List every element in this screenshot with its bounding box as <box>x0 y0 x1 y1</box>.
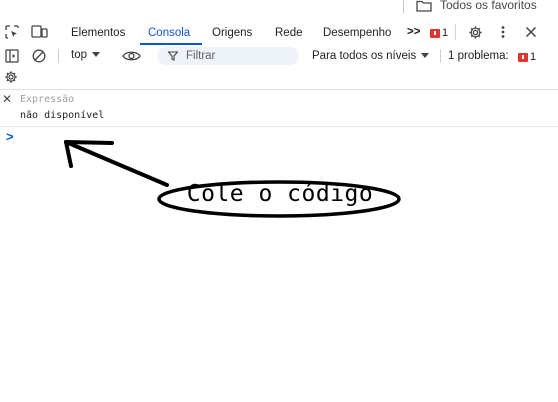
device-toolbar-icon[interactable] <box>31 25 48 39</box>
context-value: top <box>71 49 87 61</box>
settings-gear-icon[interactable] <box>468 25 483 40</box>
issues-count: 1 <box>442 27 449 39</box>
devtools-tabbar: Elementos Consola Origens Rede Desempenh… <box>0 17 558 46</box>
inspect-element-icon[interactable] <box>5 25 19 39</box>
tab-desempenho[interactable]: Desempenho <box>323 27 391 39</box>
live-expression-input[interactable]: Expressão <box>20 94 74 105</box>
issues-badge[interactable]: 1 <box>430 27 448 39</box>
tab-origens[interactable]: Origens <box>212 27 252 39</box>
tabbar-separator <box>455 24 456 40</box>
annotation-text: Cole o código <box>186 181 374 207</box>
tab-rede[interactable]: Rede <box>275 27 303 39</box>
more-options-icon[interactable] <box>500 25 506 39</box>
console-settings-gear-icon[interactable] <box>4 70 18 84</box>
log-levels-label: Para todos os níveis <box>312 50 417 62</box>
close-icon[interactable]: ✕ <box>2 92 12 106</box>
issue-flag-icon <box>518 52 528 62</box>
eye-icon[interactable] <box>122 50 141 62</box>
problems-label: 1 problema: <box>448 50 509 62</box>
tab-consola[interactable]: Consola <box>148 27 190 39</box>
console-toolbar: top Filtrar Para todos os níveis 1 probl… <box>0 45 558 67</box>
live-expression-value: não disponível <box>20 110 105 121</box>
filter-icon <box>168 51 178 61</box>
problems-count: 1 <box>530 51 537 63</box>
filter-input[interactable] <box>157 47 299 65</box>
filter-placeholder: Filtrar <box>186 50 216 62</box>
more-tabs-button[interactable]: >> <box>407 26 420 38</box>
console-input[interactable] <box>18 127 558 400</box>
bookmarks-divider <box>403 0 404 13</box>
console-prompt-icon: > <box>6 129 14 144</box>
chevron-down-icon <box>92 52 100 58</box>
all-favorites-link[interactable]: Todos os favoritos <box>440 0 537 12</box>
problems-counter[interactable]: 1 problema: <box>448 50 509 62</box>
sidebar-toggle-icon[interactable] <box>5 49 19 63</box>
live-expression: ✕ Expressão não disponível <box>0 90 558 127</box>
problems-badge[interactable]: 1 <box>518 51 536 63</box>
issue-flag-icon <box>430 28 440 38</box>
log-levels-dropdown[interactable]: Para todos os níveis <box>312 50 430 62</box>
chevron-down-icon <box>421 53 430 59</box>
toolbar-separator <box>58 49 59 63</box>
toolbar-separator <box>440 49 441 63</box>
tab-elementos[interactable]: Elementos <box>71 27 125 39</box>
folder-icon[interactable] <box>416 0 432 12</box>
console-settings-row <box>0 67 558 90</box>
close-devtools-icon[interactable] <box>525 26 537 38</box>
context-select[interactable]: top <box>71 49 100 61</box>
clear-console-icon[interactable] <box>32 49 46 63</box>
